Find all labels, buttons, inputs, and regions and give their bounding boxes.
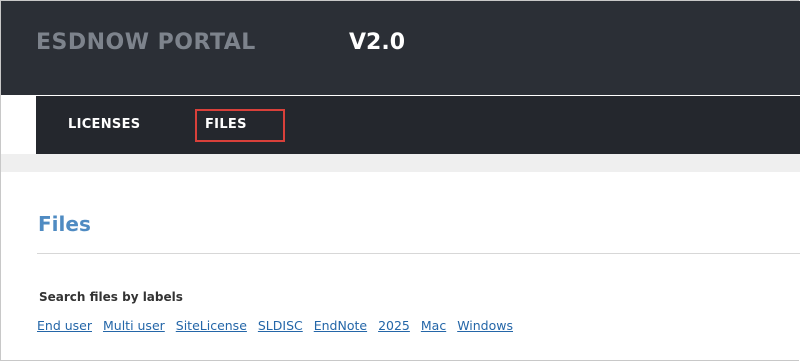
label-link-mac[interactable]: Mac: [421, 318, 446, 333]
label-link-sldisc[interactable]: SLDISC: [258, 318, 303, 333]
label-link-endnote[interactable]: EndNote: [314, 318, 367, 333]
page-title: Files: [38, 212, 91, 236]
label-link-2025[interactable]: 2025: [378, 318, 410, 333]
label-link-end-user[interactable]: End user: [37, 318, 92, 333]
nav-item-files[interactable]: FILES: [205, 117, 247, 132]
main-content: Files Search files by labels End user Mu…: [1, 172, 800, 360]
nav-item-licenses[interactable]: LICENSES: [68, 117, 140, 132]
label-link-sitelicense[interactable]: SiteLicense: [176, 318, 247, 333]
search-files-label: Search files by labels: [39, 290, 183, 304]
label-links: End user Multi user SiteLicense SLDISC E…: [37, 318, 520, 333]
label-link-windows[interactable]: Windows: [457, 318, 513, 333]
label-link-multi-user[interactable]: Multi user: [103, 318, 165, 333]
top-header: ESDNOW PORTAL V2.0: [1, 1, 800, 95]
version-label: V2.0: [349, 30, 405, 55]
sub-header-strip: [1, 154, 800, 172]
divider: [37, 253, 800, 254]
brand-name: ESDNOW PORTAL: [36, 30, 256, 55]
main-nav: LICENSES FILES: [36, 96, 800, 154]
